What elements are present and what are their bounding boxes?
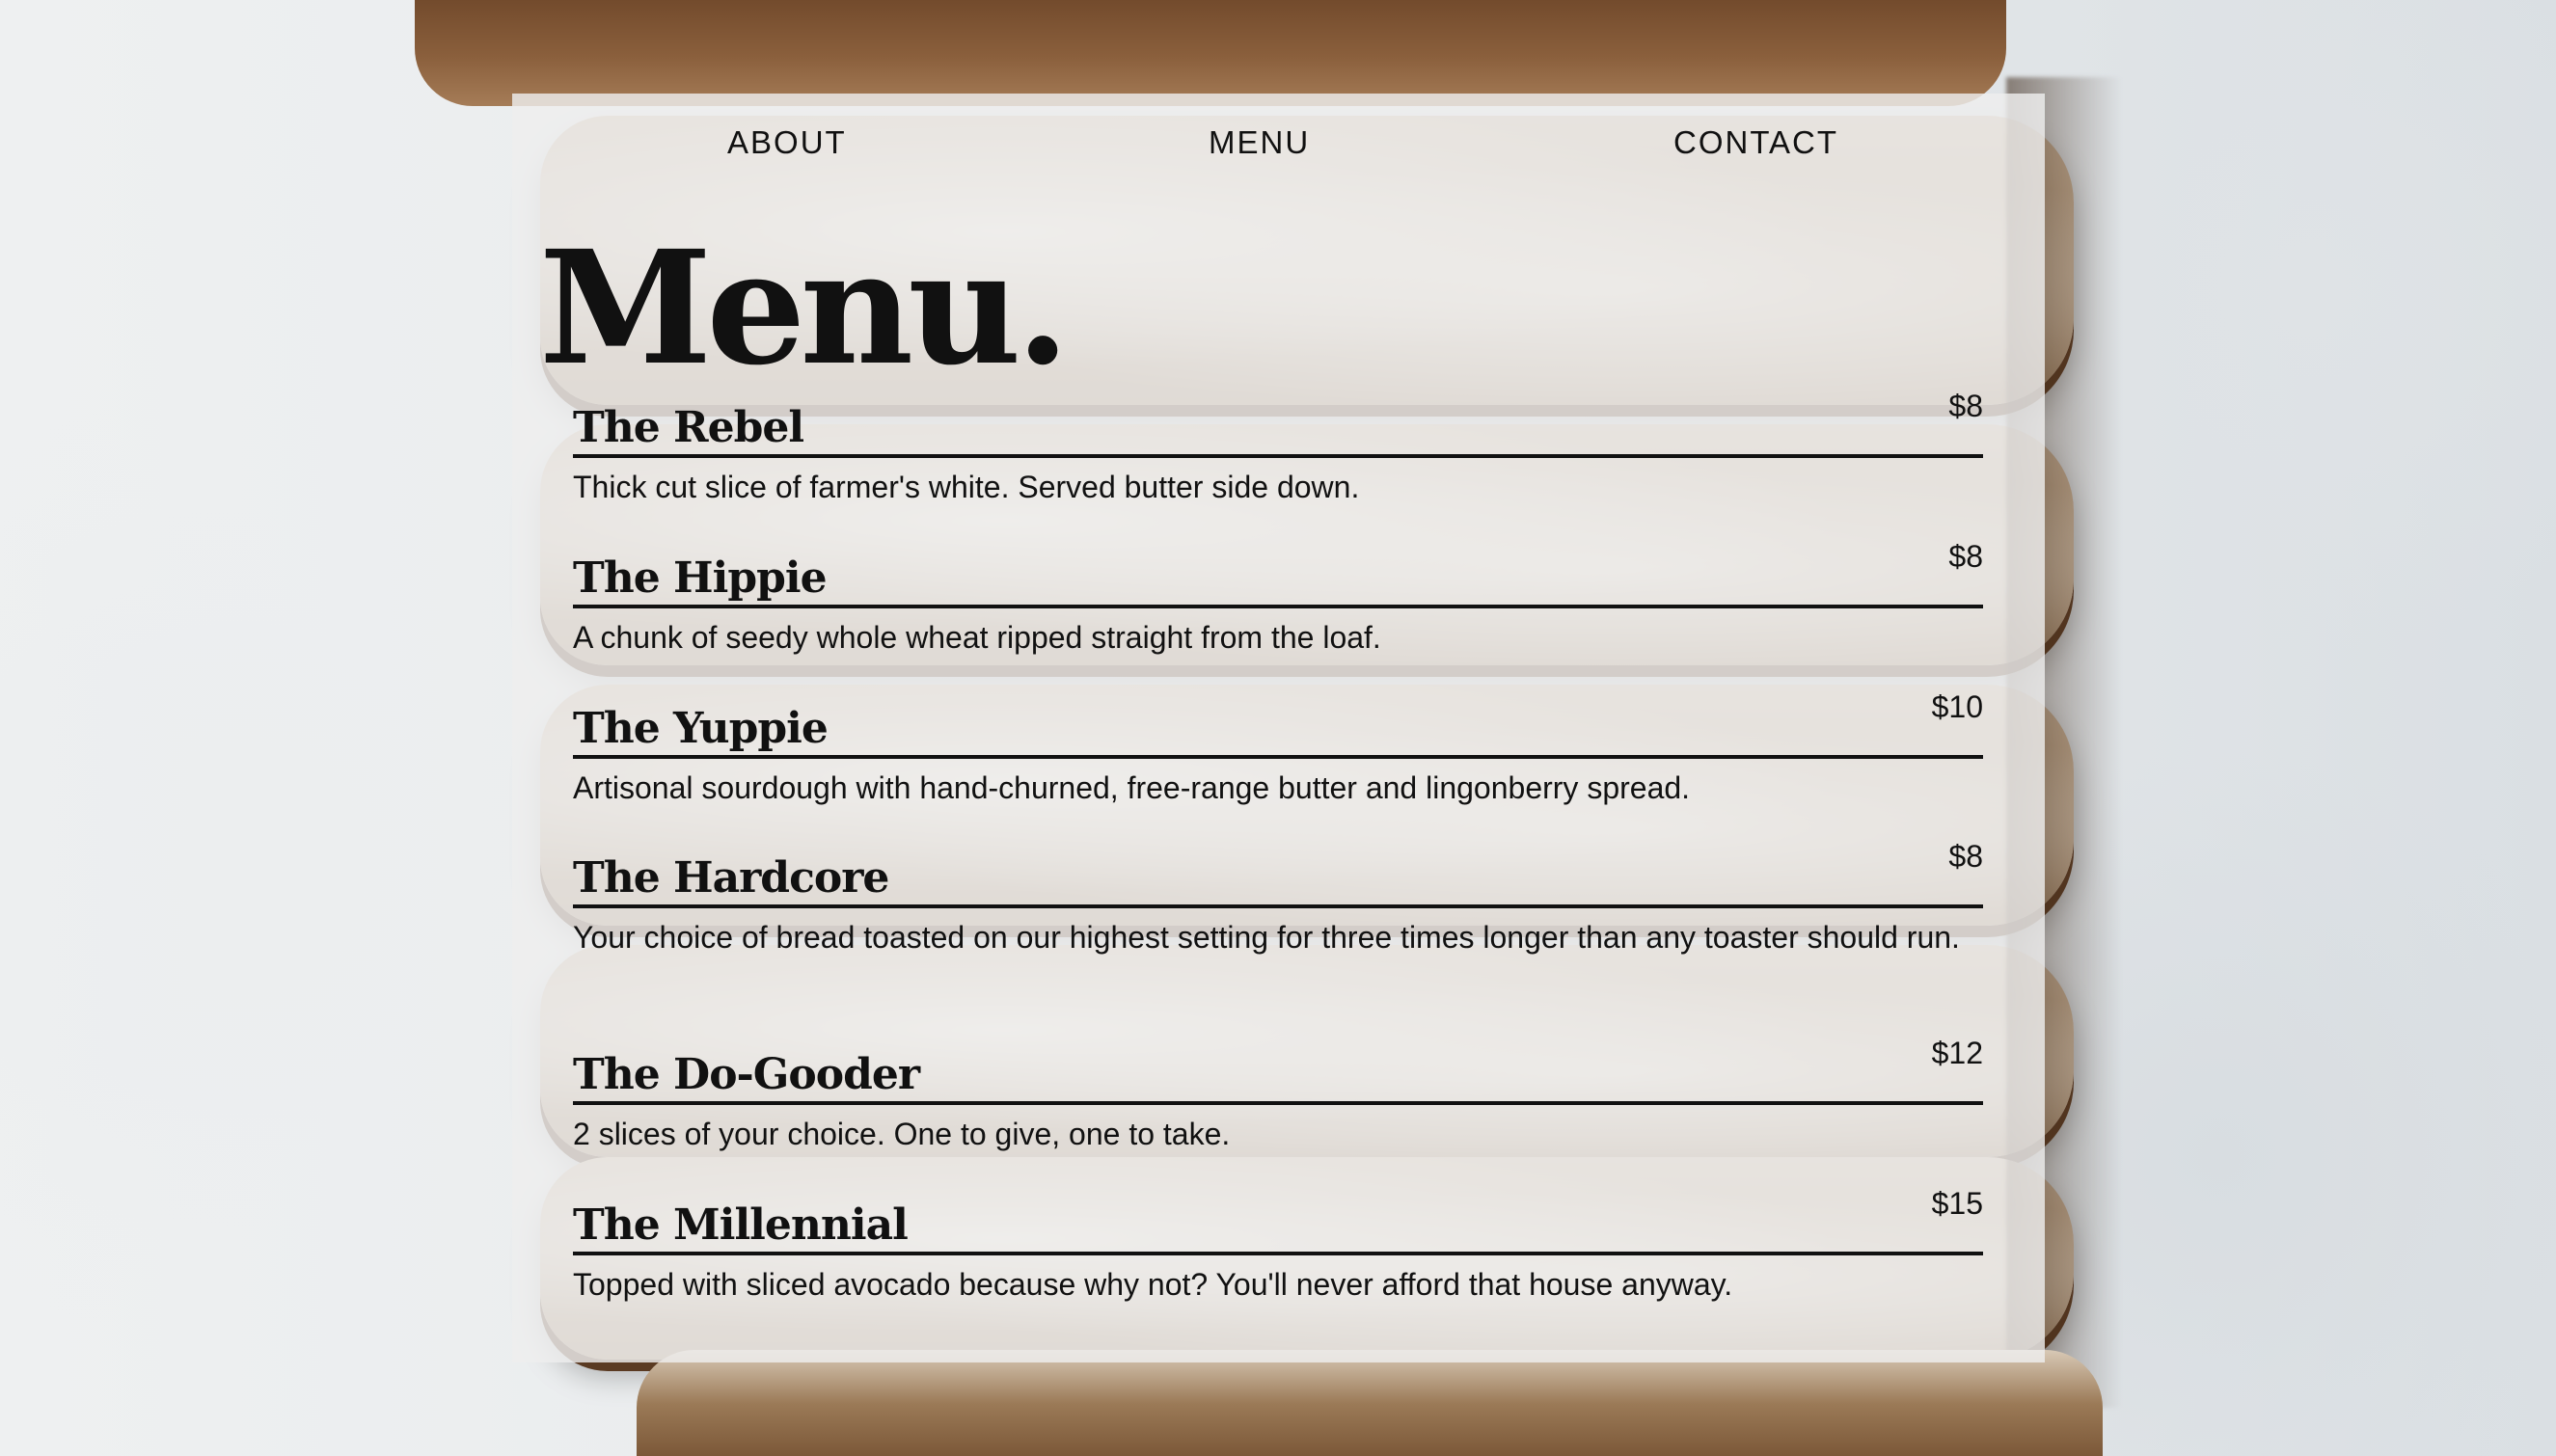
menu-item-header: The Rebel $8 [573,389,1983,458]
menu-item-header: The Hippie $8 [573,539,1983,608]
menu-item-header: The Hardcore $8 [573,839,1983,908]
menu-item-header: The Yuppie $10 [573,689,1983,759]
menu-item: The Hardcore $8 Your choice of bread toa… [573,839,1983,960]
menu-item-price: $8 [1948,839,1983,874]
menu-item-name: The Do-Gooder [573,1050,920,1099]
menu-item-price: $12 [1931,1036,1983,1070]
menu-item: The Hippie $8 A chunk of seedy whole whe… [573,539,1983,661]
menu-panel: ABOUT MENU CONTACT Menu. The Rebel $8 Th… [512,94,2045,1362]
menu-item-price: $8 [1948,389,1983,423]
nav-link-menu[interactable]: MENU [1209,124,1310,161]
menu-item-price: $8 [1948,539,1983,574]
menu-item: The Yuppie $10 Artisonal sourdough with … [573,689,1983,811]
menu-item-name: The Hippie [573,553,828,603]
menu-item: The Do-Gooder $12 2 slices of your choic… [573,1036,1983,1157]
menu-item: The Rebel $8 Thick cut slice of farmer's… [573,389,1983,510]
menu-item-name: The Yuppie [573,704,829,753]
menu-item-price: $15 [1931,1186,1983,1221]
bread-crust-top [415,0,2006,106]
menu-item-name: The Hardcore [573,853,889,903]
menu-item-header: The Millennial $15 [573,1186,1983,1255]
page-title: Menu. [539,217,1070,400]
menu-item-price: $10 [1931,689,1983,724]
menu-item-description: Thick cut slice of farmer's white. Serve… [573,470,1360,504]
menu-item-description: Artisonal sourdough with hand-churned, f… [573,770,1691,805]
top-nav: ABOUT MENU CONTACT [512,94,2045,198]
nav-link-about[interactable]: ABOUT [727,124,847,161]
nav-link-contact[interactable]: CONTACT [1673,124,1838,161]
menu-item-description: Your choice of bread toasted on our high… [573,920,1960,955]
bread-crust-bottom [637,1350,2103,1456]
menu-item: The Millennial $15 Topped with sliced av… [573,1186,1983,1308]
menu-item-description: 2 slices of your choice. One to give, on… [573,1117,1231,1151]
menu-item-name: The Rebel [573,403,804,452]
menu-item-description: Topped with sliced avocado because why n… [573,1267,1733,1302]
menu-item-name: The Millennial [573,1200,909,1250]
menu-item-description: A chunk of seedy whole wheat ripped stra… [573,620,1381,655]
menu-item-header: The Do-Gooder $12 [573,1036,1983,1105]
